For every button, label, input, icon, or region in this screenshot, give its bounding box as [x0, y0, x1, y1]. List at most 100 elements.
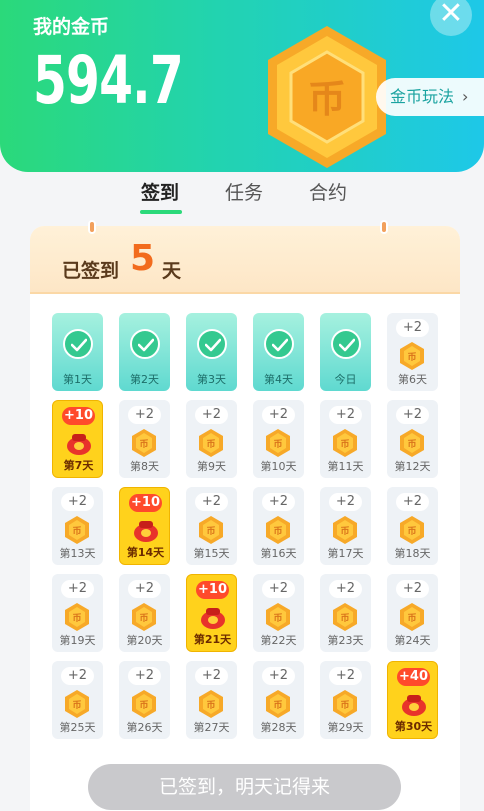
- card-pin: [88, 220, 96, 234]
- reward-amount: +2: [195, 406, 228, 424]
- svg-text:币: 币: [407, 526, 416, 537]
- day-label: 第2天: [130, 373, 159, 386]
- checkin-day[interactable]: +2 币第16天: [253, 487, 304, 565]
- reward-amount: +2: [61, 580, 94, 598]
- day-label: 第12天: [394, 460, 431, 473]
- checkin-day[interactable]: +2 币第27天: [186, 661, 237, 739]
- reward-amount: +2: [262, 580, 295, 598]
- checkin-day[interactable]: 第4天: [253, 313, 304, 391]
- reward-amount: +2: [128, 580, 161, 598]
- reward-amount: +2: [329, 406, 362, 424]
- checkin-day[interactable]: +2 币第9天: [186, 400, 237, 478]
- checkin-day[interactable]: +2 币第18天: [387, 487, 438, 565]
- checkin-day[interactable]: 第1天: [52, 313, 103, 391]
- checkin-day[interactable]: +2 币第10天: [253, 400, 304, 478]
- checkin-button[interactable]: 已签到，明天记得来: [88, 764, 401, 810]
- coin-icon: 币: [265, 428, 291, 458]
- tab-checkin[interactable]: 签到: [141, 178, 179, 205]
- svg-text:币: 币: [340, 439, 349, 450]
- day-label: 第26天: [126, 721, 163, 734]
- active-tab-indicator: [140, 210, 182, 214]
- checkmark-icon: [331, 329, 361, 359]
- checkin-day[interactable]: +2 币第15天: [186, 487, 237, 565]
- reward-amount: +2: [329, 667, 362, 685]
- svg-text:币: 币: [273, 439, 282, 450]
- svg-text:币: 币: [206, 700, 215, 711]
- checkin-summary: 已签到 5 天: [30, 226, 460, 294]
- day-label: 第16天: [260, 547, 297, 560]
- reward-amount: +2: [329, 493, 362, 511]
- signed-prefix: 已签到: [62, 260, 120, 282]
- checkin-day[interactable]: +2 币第22天: [253, 574, 304, 652]
- day-label: 第21天: [193, 633, 232, 646]
- coin-icon: 币: [265, 689, 291, 719]
- day-label: 第22天: [260, 634, 297, 647]
- reward-amount: +2: [396, 580, 429, 598]
- checkin-day[interactable]: +2 币第8天: [119, 400, 170, 478]
- checkin-day[interactable]: +2 币第12天: [387, 400, 438, 478]
- tab-contracts[interactable]: 合约: [309, 178, 347, 205]
- svg-text:币: 币: [72, 700, 81, 711]
- page-title: 我的金币: [33, 16, 110, 38]
- checkin-day[interactable]: +10 第14天: [119, 487, 170, 565]
- coin-icon: 币: [399, 341, 425, 371]
- checkin-day[interactable]: +2 币第23天: [320, 574, 371, 652]
- reward-amount: +2: [61, 493, 94, 511]
- day-label: 第6天: [398, 373, 427, 386]
- checkin-day[interactable]: 第2天: [119, 313, 170, 391]
- checkin-day[interactable]: 今日: [320, 313, 371, 391]
- coin-icon: 币: [198, 428, 224, 458]
- checkin-day[interactable]: +2 币第26天: [119, 661, 170, 739]
- coin-icon: 币: [131, 428, 157, 458]
- checkin-day[interactable]: +2 币第28天: [253, 661, 304, 739]
- checkmark-icon: [197, 329, 227, 359]
- checkin-day[interactable]: +2 币第20天: [119, 574, 170, 652]
- day-label: 第9天: [197, 460, 226, 473]
- checkin-day[interactable]: +2 币第19天: [52, 574, 103, 652]
- tab-tasks[interactable]: 任务: [225, 178, 263, 205]
- red-envelope-bag-icon: [64, 427, 94, 457]
- checkmark-icon: [130, 329, 160, 359]
- coin-rules-button[interactable]: 金币玩法 ›: [376, 78, 484, 116]
- signed-suffix: 天: [162, 260, 182, 282]
- svg-text:币: 币: [206, 526, 215, 537]
- reward-amount: +2: [128, 667, 161, 685]
- coin-icon: 币: [399, 428, 425, 458]
- svg-text:币: 币: [72, 526, 81, 537]
- reward-amount: +2: [262, 493, 295, 511]
- svg-text:币: 币: [139, 439, 148, 450]
- day-label: 第25天: [59, 721, 96, 734]
- checkin-day[interactable]: +2 币第13天: [52, 487, 103, 565]
- reward-amount: +2: [195, 667, 228, 685]
- reward-amount: +2: [195, 493, 228, 511]
- day-label: 第28天: [260, 721, 297, 734]
- checkin-day[interactable]: +2 币第11天: [320, 400, 371, 478]
- checkin-day[interactable]: +2 币第17天: [320, 487, 371, 565]
- checkin-day[interactable]: +10 第7天: [52, 400, 103, 478]
- checkin-day[interactable]: +2 币第25天: [52, 661, 103, 739]
- red-envelope-bag-icon: [198, 601, 228, 631]
- reward-amount: +2: [396, 493, 429, 511]
- reward-amount: +2: [262, 406, 295, 424]
- signed-day-count: 5: [130, 238, 156, 279]
- svg-text:币: 币: [273, 613, 282, 624]
- red-envelope-bag-icon: [131, 514, 161, 544]
- checkin-day[interactable]: +2 币第24天: [387, 574, 438, 652]
- checkin-day[interactable]: +40 第30天: [387, 661, 438, 739]
- svg-text:币: 币: [407, 613, 416, 624]
- coin-rules-label: 金币玩法: [390, 87, 455, 106]
- coin-icon: 币: [332, 428, 358, 458]
- svg-text:币: 币: [340, 526, 349, 537]
- reward-amount: +2: [262, 667, 295, 685]
- day-label: 第11天: [327, 460, 364, 473]
- checkin-day[interactable]: +2 币第29天: [320, 661, 371, 739]
- checkin-day[interactable]: +10 第21天: [186, 574, 237, 652]
- svg-text:币: 币: [273, 700, 282, 711]
- svg-text:币: 币: [139, 700, 148, 711]
- reward-amount: +2: [396, 406, 429, 424]
- coin-balance: 594.7: [33, 42, 184, 119]
- checkin-day[interactable]: 第3天: [186, 313, 237, 391]
- checkin-day[interactable]: +2 币第6天: [387, 313, 438, 391]
- reward-amount: +10: [196, 581, 229, 599]
- coin-icon: 币: [198, 515, 224, 545]
